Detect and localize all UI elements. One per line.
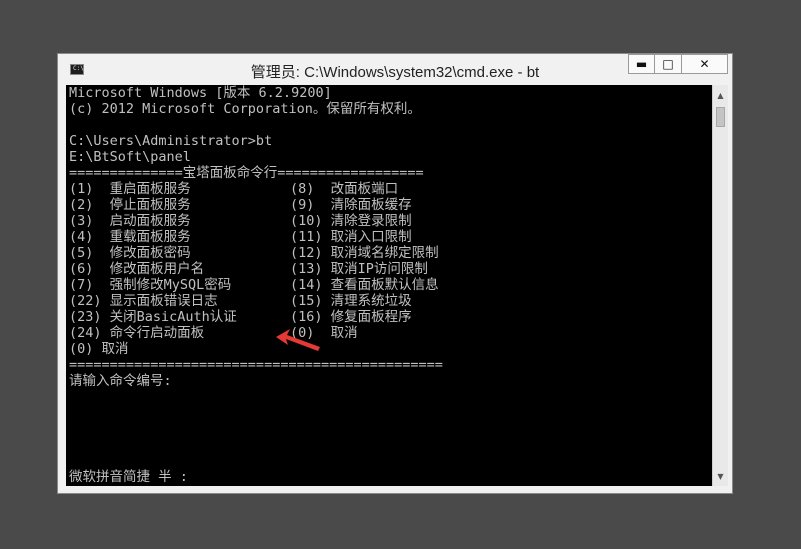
cmd-window: C:\ 管理员: C:\Windows\system32\cmd.exe - b… (57, 53, 733, 494)
menu-item-right: (9) 清除面板缓存 (290, 197, 412, 213)
menu-item-left: (23) 关闭BasicAuth认证 (69, 309, 237, 325)
console-line: Microsoft Windows [版本 6.2.9200] (69, 85, 332, 101)
menu-header-line: ==============宝塔面板命令行================== (69, 165, 424, 181)
scroll-down-icon[interactable]: ▼ (713, 468, 728, 484)
menu-item-left: (4) 重载面板服务 (69, 229, 191, 245)
menu-item-left: (2) 停止面板服务 (69, 197, 191, 213)
menu-item-right: (8) 改面板端口 (290, 181, 399, 197)
console-line: (0) 取消 (69, 341, 129, 357)
separator-line: ========================================… (69, 357, 443, 373)
scrollbar-thumb[interactable] (716, 107, 725, 127)
menu-item-right: (15) 清理系统垃圾 (290, 293, 412, 309)
menu-item-right: (10) 清除登录限制 (290, 213, 412, 229)
annotation-arrow (276, 329, 320, 351)
minimize-button[interactable]: ▬ (628, 54, 655, 74)
title-bar[interactable]: C:\ 管理员: C:\Windows\system32\cmd.exe - b… (58, 54, 732, 86)
menu-item-left: (6) 修改面板用户名 (69, 261, 205, 277)
scroll-up-icon[interactable]: ▲ (713, 87, 728, 103)
menu-item-left: (3) 启动面板服务 (69, 213, 191, 229)
menu-item-right: (16) 修复面板程序 (290, 309, 412, 325)
close-button[interactable]: ✕ (682, 54, 728, 74)
menu-item-right: (14) 查看面板默认信息 (290, 277, 439, 293)
menu-item-left: (1) 重启面板服务 (69, 181, 191, 197)
menu-item-right: (13) 取消IP访问限制 (290, 261, 428, 277)
console-line: (c) 2012 Microsoft Corporation。保留所有权利。 (69, 101, 421, 117)
maximize-button[interactable]: □ (655, 54, 682, 74)
menu-item-left: (5) 修改面板密码 (69, 245, 191, 261)
menu-item-left: (7) 强制修改MySQL密码 (69, 277, 232, 293)
command-prompt[interactable]: 请输入命令编号: (69, 373, 172, 389)
menu-item-right: (11) 取消入口限制 (290, 229, 412, 245)
console-line: C:\Users\Administrator>bt (69, 133, 273, 149)
menu-item-right: (12) 取消域名绑定限制 (290, 245, 439, 261)
console-line: E:\BtSoft\panel (69, 149, 191, 165)
vertical-scrollbar[interactable]: ▲ ▼ (712, 85, 728, 486)
console-output[interactable]: Microsoft Windows [版本 6.2.9200] (c) 2012… (66, 85, 712, 486)
menu-item-left: (22) 显示面板错误日志 (69, 293, 218, 309)
menu-item-left: (24) 命令行启动面板 (69, 325, 205, 341)
ime-status-bar: 微软拼音简捷 半 : (69, 469, 188, 485)
